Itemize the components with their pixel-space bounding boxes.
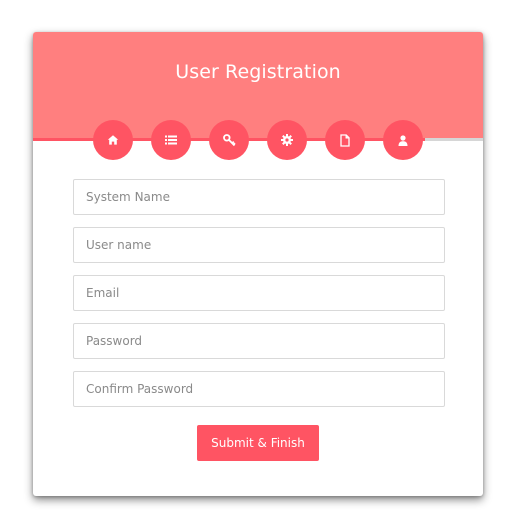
home-icon <box>107 135 119 145</box>
registration-card: User Registration System Name User name … <box>33 32 483 496</box>
step-home[interactable] <box>93 120 133 160</box>
page-title: User Registration <box>175 61 341 83</box>
step-list[interactable] <box>151 120 191 160</box>
key-icon <box>222 133 236 146</box>
list-icon <box>165 135 177 145</box>
password-input[interactable] <box>73 323 445 359</box>
email-input[interactable] <box>73 275 445 311</box>
confirm-password-input[interactable] <box>73 371 445 407</box>
step-key[interactable] <box>209 120 249 160</box>
document-icon <box>340 133 350 147</box>
user-name-input[interactable] <box>73 227 445 263</box>
user-icon <box>398 134 408 146</box>
step-user[interactable] <box>383 120 423 160</box>
system-name-input[interactable] <box>73 179 445 215</box>
gear-icon <box>281 134 293 146</box>
submit-finish-button[interactable]: Submit & Finish <box>197 425 319 461</box>
step-settings[interactable] <box>267 120 307 160</box>
registration-form <box>73 179 445 419</box>
step-document[interactable] <box>325 120 365 160</box>
